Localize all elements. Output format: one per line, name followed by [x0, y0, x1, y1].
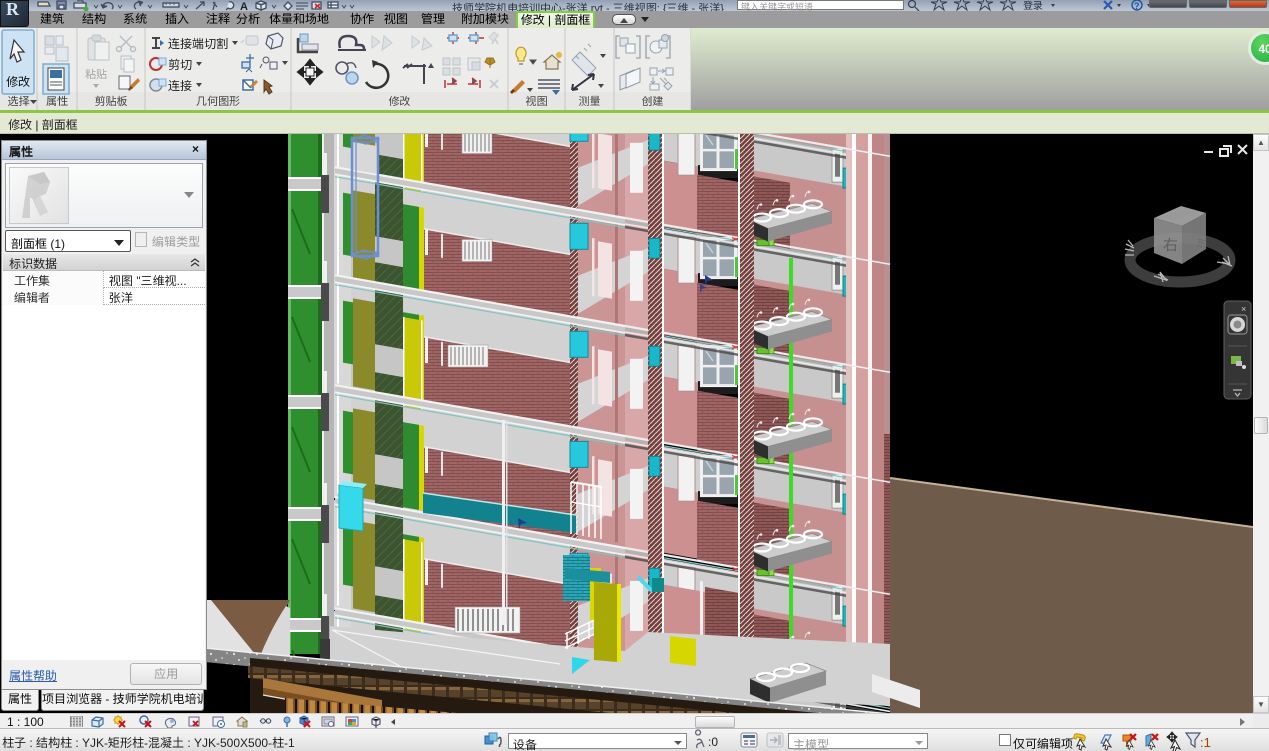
svg-text:测量: 测量	[578, 95, 600, 108]
svg-text:右: 右	[1163, 234, 1178, 255]
svg-text:东: 东	[1196, 234, 1208, 250]
svg-text:剪贴板: 剪贴板	[94, 95, 127, 108]
svg-text:视图: 视图	[525, 95, 547, 108]
svg-text:登录: 登录	[1023, 0, 1043, 11]
svg-text:创建: 创建	[641, 95, 663, 108]
svg-text:选择: 选择	[7, 95, 29, 108]
svg-text:?: ?	[1134, 1, 1140, 11]
svg-text:粘贴: 粘贴	[85, 69, 107, 81]
svg-text:连接: 连接	[168, 79, 192, 93]
svg-text:属性: 属性	[46, 96, 68, 108]
svg-text:几何图形: 几何图形	[196, 95, 240, 108]
svg-text:连接端切割: 连接端切割	[168, 37, 228, 51]
svg-text:修改: 修改	[388, 95, 410, 108]
svg-text:修改: 修改	[6, 75, 30, 89]
svg-text:剪切: 剪切	[168, 58, 192, 72]
svg-text::1: :1	[1200, 735, 1211, 750]
svg-text:×: ×	[1241, 304, 1246, 314]
svg-text:A: A	[240, 1, 248, 11]
svg-text::0: :0	[708, 735, 718, 749]
